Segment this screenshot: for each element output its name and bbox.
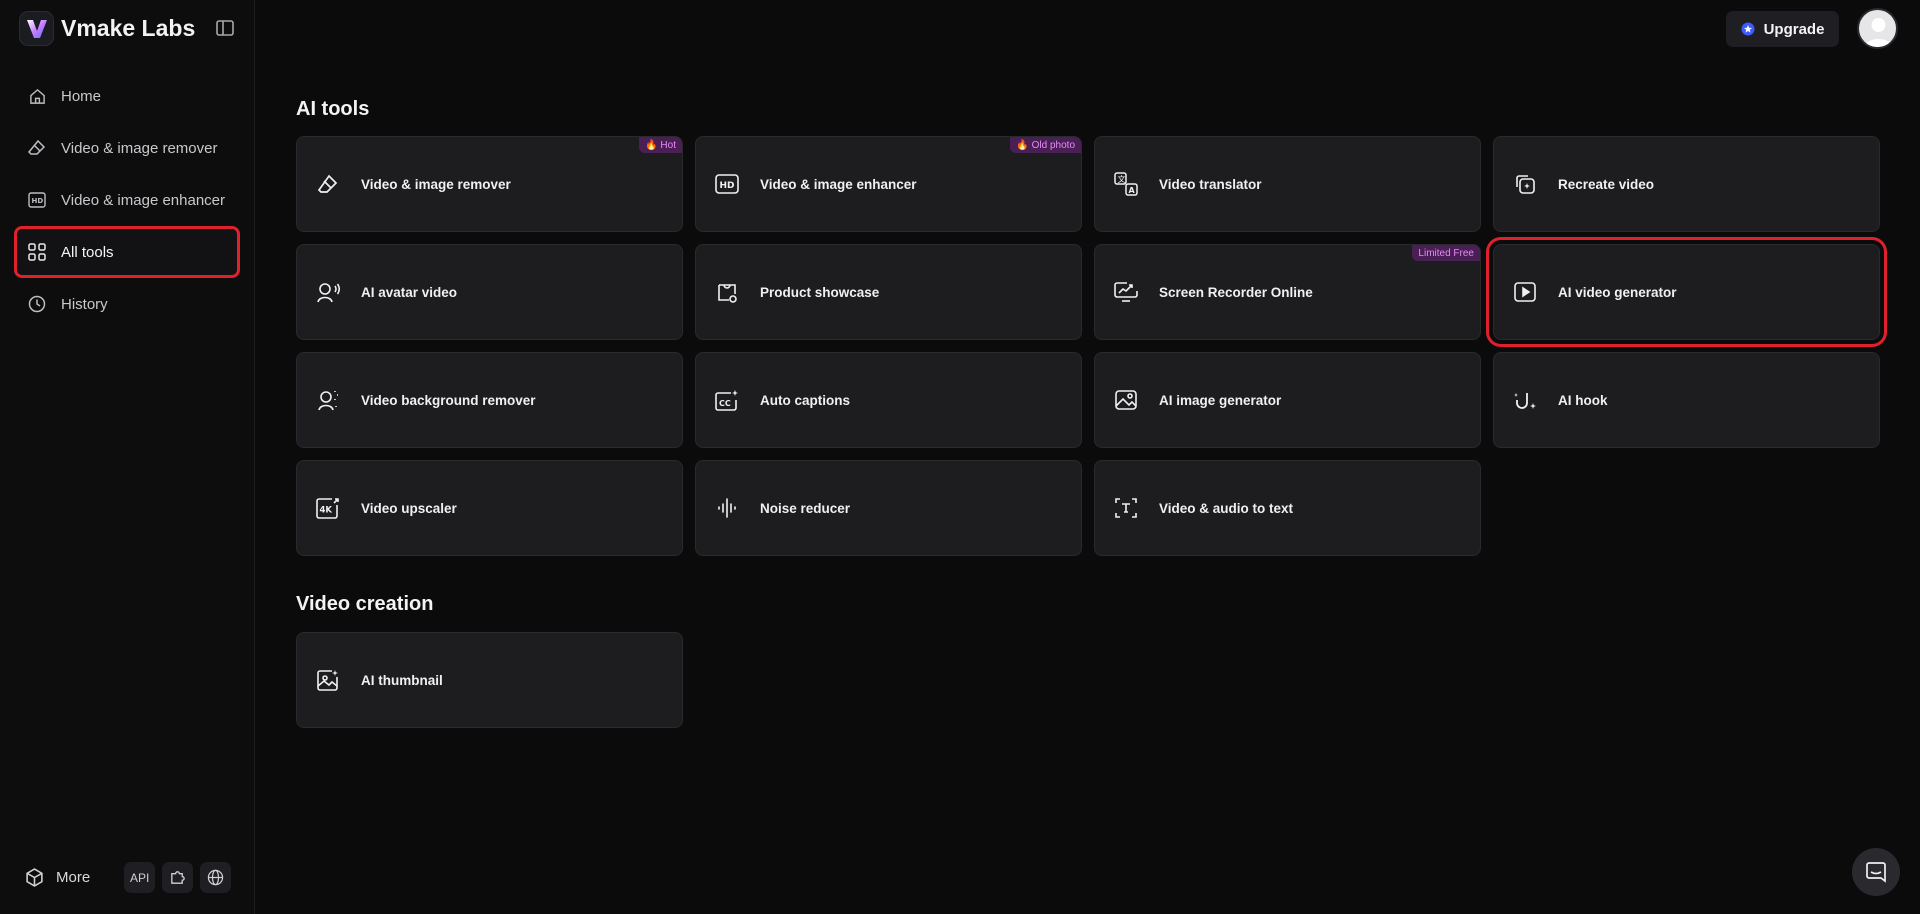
tool-card-ai-thumbnail[interactable]: AI thumbnail [296,632,683,728]
eraser-icon [27,138,47,158]
svg-text:CC: CC [719,399,731,408]
limited-free-badge: Limited Free [1412,245,1480,261]
tool-card-noise-reducer[interactable]: Noise reducer [695,460,1082,556]
brand[interactable]: Vmake Labs [19,11,195,46]
tool-card-screen-recorder-online[interactable]: Limited Free Screen Recorder Online [1094,244,1481,340]
tool-card-video-audio-to-text[interactable]: Video & audio to text [1094,460,1481,556]
hook-icon [1512,387,1538,413]
waveform-icon [714,495,740,521]
tool-card-ai-video-generator[interactable]: AI video generator [1486,237,1887,347]
api-button[interactable]: API [124,862,156,893]
4k-icon: 4K [315,495,341,521]
svg-text:HD: HD [32,197,44,205]
section-title-ai-tools: AI tools [296,98,370,120]
tool-card-label: AI image generator [1159,392,1282,408]
thumbnail-icon [315,667,341,693]
collapse-sidebar-icon[interactable] [214,17,236,39]
hd-icon: HD [27,190,47,210]
person-bg-icon [315,387,341,413]
chat-icon [1865,861,1887,883]
svg-text:HD: HD [720,181,735,191]
sidebar-item-video-image-remover[interactable]: Video & image remover [14,122,240,174]
section-title-video-creation: Video creation [296,593,434,615]
sidebar-bottom-bar: More API [25,862,238,893]
translate-icon: 文A [1113,171,1139,197]
sidebar-item-video-image-enhancer[interactable]: HD Video & image enhancer [14,174,240,226]
screen-recorder-icon [1113,279,1139,305]
upgrade-label: Upgrade [1763,20,1825,38]
grid-icon [27,242,47,262]
tool-card-recreate-video[interactable]: Recreate video [1493,136,1880,232]
more-button[interactable]: More [25,868,90,887]
tool-card-label: Video upscaler [361,500,457,516]
brand-name: Vmake Labs [61,15,196,41]
tool-card-product-showcase[interactable]: Product showcase [695,244,1082,340]
sidebar-item-label: All tools [61,243,114,261]
home-icon [27,86,47,106]
tool-card-label: Auto captions [760,392,850,408]
sidebar-item-label: Video & image remover [61,139,218,157]
avatar-voice-icon [315,279,341,305]
tool-card-label: AI thumbnail [361,672,443,688]
more-label: More [56,869,91,886]
sidebar-item-label: Home [61,87,102,105]
tool-card-label: Video & audio to text [1159,500,1294,516]
tool-card-video-upscaler[interactable]: 4K Video upscaler [296,460,683,556]
vmake-logo [19,11,54,46]
extension-button[interactable] [162,862,194,893]
product-icon [714,279,740,305]
play-icon [1512,279,1538,305]
tool-card-label: Product showcase [760,284,880,300]
tool-card-label: Video translator [1159,176,1262,192]
crown-star-icon [1741,22,1755,36]
sidebar-item-label: Video & image enhancer [61,191,226,209]
cc-icon: CC [714,387,740,413]
sidebar: Vmake Labs Home Video & image remover HD… [0,0,255,914]
tool-card-ai-hook[interactable]: AI hook [1493,352,1880,448]
chat-support-button[interactable] [1852,848,1900,896]
tool-card-auto-captions[interactable]: CC Auto captions [695,352,1082,448]
sidebar-item-history[interactable]: History [14,278,240,330]
tool-card-label: Noise reducer [760,500,851,516]
svg-text:4K: 4K [320,506,333,516]
svg-text:A: A [1129,186,1136,195]
hd-icon: HD [714,171,740,197]
tool-card-label: AI video generator [1558,284,1677,300]
old-photo-badge: 🔥 Old photo [1010,137,1081,153]
tool-card-ai-image-generator[interactable]: AI image generator [1094,352,1481,448]
puzzle-icon [169,869,186,886]
tool-card-video-background-remover[interactable]: Video background remover [296,352,683,448]
tool-card-ai-avatar-video[interactable]: AI avatar video [296,244,683,340]
tool-card-video-image-remover[interactable]: 🔥 Hot Video & image remover [296,136,683,232]
text-icon [1113,495,1139,521]
sidebar-nav: Home Video & image remover HD Video & im… [14,70,240,330]
sidebar-item-home[interactable]: Home [14,70,240,122]
tool-card-label: Screen Recorder Online [1159,284,1313,300]
svg-text:文: 文 [1118,174,1126,184]
eraser-icon [315,171,341,197]
tool-card-label: AI hook [1558,392,1608,408]
tool-card-label: Recreate video [1558,176,1655,192]
image-icon [1113,387,1139,413]
hot-badge: 🔥 Hot [639,137,682,153]
clock-icon [27,294,47,314]
box-icon [25,868,44,887]
sidebar-item-all-tools[interactable]: All tools [14,226,240,278]
recreate-icon [1512,171,1538,197]
tool-card-label: Video background remover [361,392,536,408]
globe-icon [207,869,224,886]
tool-card-label: Video & image enhancer [760,176,917,192]
tool-card-label: Video & image remover [361,176,511,192]
tool-card-video-translator[interactable]: 文A Video translator [1094,136,1481,232]
avatar[interactable] [1857,8,1898,49]
tool-card-video-image-enhancer[interactable]: 🔥 Old photo HD Video & image enhancer [695,136,1082,232]
language-button[interactable] [200,862,232,893]
sidebar-item-label: History [61,295,108,313]
tool-card-label: AI avatar video [361,284,458,300]
upgrade-button[interactable]: Upgrade [1726,11,1839,47]
